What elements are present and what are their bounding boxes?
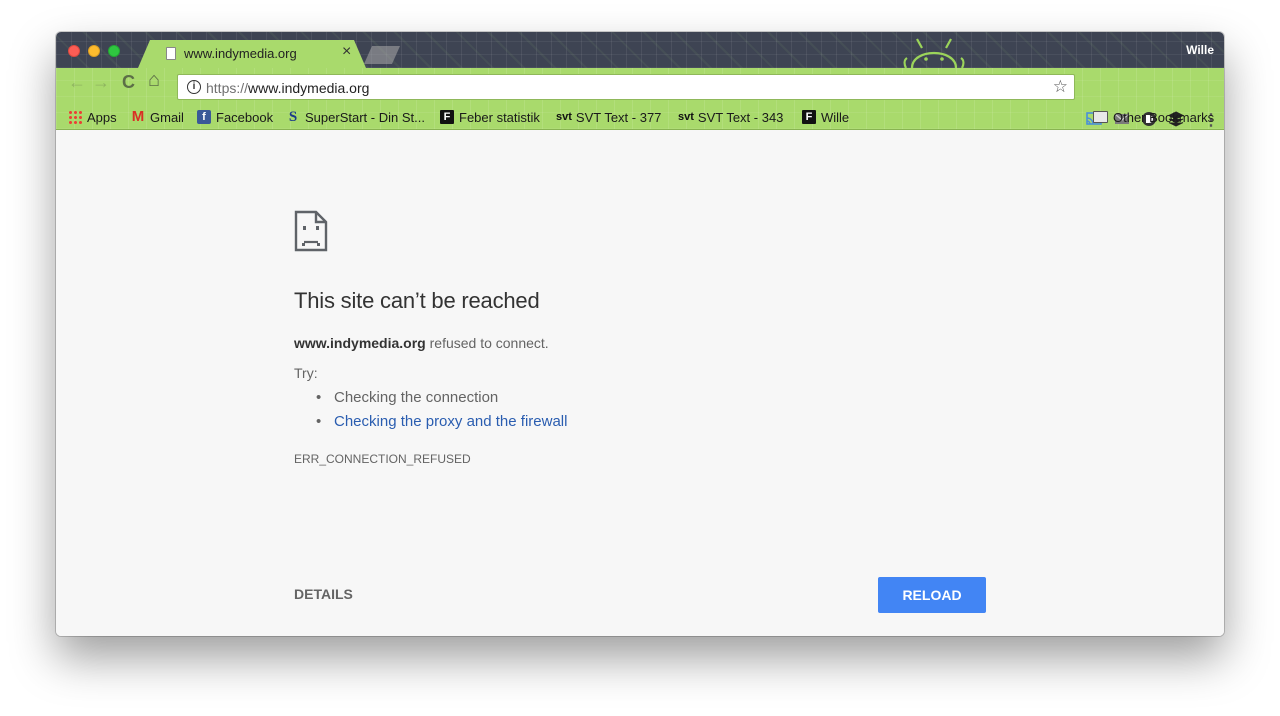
try-label: Try:: [294, 365, 318, 381]
error-desc-suffix: refused to connect.: [425, 335, 549, 351]
reload-button[interactable]: RELOAD: [878, 577, 986, 613]
page-icon: [166, 47, 176, 60]
bookmark-label: SuperStart - Din St...: [305, 109, 425, 125]
suggestion-check-connection: Checking the connection: [316, 386, 567, 410]
tab-title: www.indymedia.org: [184, 46, 297, 61]
svt-icon: svt: [556, 111, 572, 123]
bookmark-label: Other Bookmarks: [1113, 109, 1215, 125]
bookmark-label: Facebook: [216, 109, 274, 125]
zoom-window-button[interactable]: [108, 45, 120, 57]
tab-strip: www.indymedia.org × Wille: [56, 32, 1224, 68]
other-bookmarks-folder[interactable]: Other Bookmarks: [1093, 107, 1214, 127]
browser-window: www.indymedia.org × Wille ← → C ⌂ i http…: [56, 32, 1224, 636]
bookmark-label: SVT Text - 377: [575, 109, 662, 125]
feber-icon: F: [440, 110, 454, 124]
profile-name[interactable]: Wille: [1186, 43, 1214, 57]
minimize-window-button[interactable]: [88, 45, 100, 57]
superstart-icon: S: [288, 109, 298, 125]
url-host: www.indymedia.org: [248, 80, 370, 96]
bookmark-label: Feber statistik: [459, 109, 540, 125]
android-theme-icon: [903, 38, 965, 68]
error-code: ERR_CONNECTION_REFUSED: [294, 452, 471, 466]
bookmark-wille[interactable]: F Wille: [802, 107, 849, 127]
tab-close-icon[interactable]: ×: [342, 43, 351, 61]
bookmark-gmail[interactable]: M Gmail: [131, 107, 184, 127]
apps-grid-icon: [68, 110, 82, 124]
bookmark-feber[interactable]: F Feber statistik: [440, 107, 540, 127]
bookmark-label: Wille: [821, 109, 850, 125]
close-window-button[interactable]: [68, 45, 80, 57]
bookmark-label: Gmail: [150, 109, 184, 125]
error-description: www.indymedia.org refused to connect.: [294, 335, 549, 351]
new-tab-button[interactable]: [364, 46, 400, 64]
gmail-icon: M: [131, 108, 145, 125]
bookmark-svt-343[interactable]: svt SVT Text - 343: [678, 107, 783, 127]
facebook-icon: f: [197, 110, 211, 124]
active-tab-content: www.indymedia.org ×: [138, 40, 366, 68]
forward-arrow-icon[interactable]: →: [92, 73, 110, 91]
address-bar[interactable]: i https://www.indymedia.org ☆: [177, 74, 1075, 100]
bookmark-apps[interactable]: Apps: [68, 107, 117, 127]
bookmark-label: SVT Text - 343: [697, 109, 784, 125]
home-icon[interactable]: ⌂: [148, 70, 160, 90]
details-button[interactable]: DETAILS: [294, 586, 353, 602]
site-info-icon[interactable]: i: [187, 80, 201, 94]
reload-icon[interactable]: C: [122, 73, 135, 91]
folder-icon: [1093, 111, 1108, 123]
error-heading: This site can’t be reached: [294, 288, 540, 313]
bookmark-facebook[interactable]: f Facebook: [197, 107, 273, 127]
bookmark-svt-377[interactable]: svt SVT Text - 377: [556, 107, 661, 127]
suggestion-list: Checking the connection Checking the pro…: [316, 386, 567, 434]
bookmark-superstart[interactable]: S SuperStart - Din St...: [286, 107, 425, 127]
bookmark-star-icon[interactable]: ☆: [1053, 77, 1068, 97]
suggestion-check-proxy-link[interactable]: Checking the proxy and the firewall: [316, 410, 567, 434]
back-arrow-icon[interactable]: ←: [68, 73, 86, 91]
url-scheme: https://: [206, 80, 249, 96]
feber-icon: F: [802, 110, 816, 124]
url-text[interactable]: https://www.indymedia.org: [206, 80, 369, 96]
bookmark-label: Apps: [87, 109, 117, 125]
error-host: www.indymedia.org: [294, 335, 426, 351]
error-page: This site can’t be reached www.indymedia…: [56, 130, 1224, 636]
sad-page-icon: [294, 210, 328, 252]
svt-icon: svt: [678, 111, 694, 123]
